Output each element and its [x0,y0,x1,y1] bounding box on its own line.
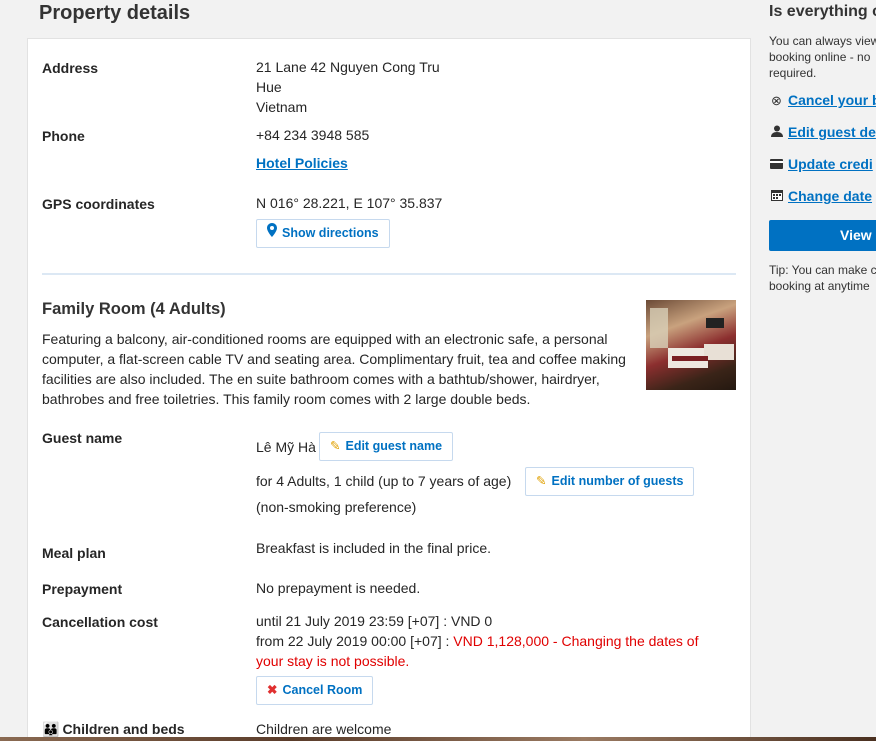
phone-label: Phone [42,128,85,144]
sidebar-text-1: You can always view [769,34,876,48]
sidebar-title: Is everything c [769,3,876,20]
close-icon: ✖ [267,683,278,697]
hotel-policies-link[interactable]: Hotel Policies [256,153,348,173]
cancellation-line-2-prefix: from 22 July 2019 00:00 [+07] : [256,633,454,649]
meal-plan-value: Breakfast is included in the final price… [256,540,492,556]
cancel-circle-icon: ⊗ [771,93,782,108]
credit-card-icon [769,157,784,172]
guest-name-value: Lê Mỹ Hà [256,439,316,455]
show-directions-label: Show directions [282,226,379,240]
cancellation-line-1: until 21 July 2019 23:59 [+07] : VND 0 [256,613,493,629]
edit-guest-details-link[interactable]: Edit guest de [788,124,876,140]
address-value: 21 Lane 42 Nguyen Cong Tru Hue Vietnam [256,57,440,117]
gps-value: N 016° 28.221, E 107° 35.837 [256,195,443,211]
cancellation-line-2: from 22 July 2019 00:00 [+07] : VND 1,12… [256,631,736,651]
section-divider [42,273,736,275]
page-title: Property details [39,2,191,24]
address-label: Address [42,60,99,76]
cancellation-fee-warning: VND 1,128,000 - Changing the dates of [453,633,699,649]
view-booking-button[interactable]: View [769,220,876,251]
smoking-preference: (non-smoking preference) [256,499,417,515]
meal-plan-label: Meal plan [42,545,106,561]
update-credit-card-link[interactable]: Update credi [788,156,873,172]
gps-label: GPS coordinates [42,196,155,212]
guest-name-label: Guest name [42,430,123,446]
edit-number-of-guests-label: Edit number of guests [551,474,684,488]
edit-guest-name-button[interactable]: ✎ Edit guest name [319,432,454,461]
address-line-1: 21 Lane 42 Nguyen Cong Tru [256,59,440,75]
sidebar-text-2: booking online - no [769,50,871,64]
bottom-image-strip [0,737,876,741]
sidebar-link-change-dates[interactable]: Change date [769,188,872,204]
map-pin-icon [267,220,277,247]
sidebar-link-cancel[interactable]: ⊗ Cancel your b [769,92,876,109]
cancellation-cost-label: Cancellation cost [42,614,158,630]
phone-value: +84 234 3948 585 [256,127,370,143]
children-beds-label-text: Children and beds [62,721,185,737]
room-description: Featuring a balcony, air-conditioned roo… [42,331,626,407]
cancel-room-label: Cancel Room [282,683,363,697]
sidebar-tip-1: Tip: You can make c [769,263,876,277]
room-photo[interactable] [646,300,736,390]
room-title: Family Room (4 Adults) [42,300,226,318]
family-icon: 👪 [42,721,60,737]
user-icon [769,125,784,140]
cancellation-cost-value: until 21 July 2019 23:59 [+07] : VND 0 f… [256,611,736,671]
cancel-booking-link[interactable]: Cancel your b [788,92,876,108]
children-value: Children are welcome [256,721,392,737]
edit-guest-name-label: Edit guest name [345,439,443,453]
property-details-card: Address 21 Lane 42 Nguyen Cong Tru Hue V… [27,38,751,741]
prepayment-label: Prepayment [42,581,123,597]
sidebar-link-edit-guest[interactable]: Edit guest de [769,124,876,140]
change-dates-link[interactable]: Change date [788,188,872,204]
cancellation-line-3: your stay is not possible. [256,653,410,669]
occupancy-value: for 4 Adults, 1 child (up to 7 years of … [256,473,512,489]
show-directions-button[interactable]: Show directions [256,219,390,248]
sidebar-link-credit-card[interactable]: Update credi [769,156,873,172]
sidebar-tip-2: booking at anytime [769,279,870,293]
sidebar-text-3: required. [769,66,817,80]
children-beds-label: 👪 Children and beds [42,721,185,738]
address-line-2: Hue [256,79,282,95]
address-line-3: Vietnam [256,99,308,115]
pencil-icon: ✎ [536,474,547,488]
cancel-room-button[interactable]: ✖ Cancel Room [256,676,374,705]
calendar-icon [769,189,784,204]
pencil-icon: ✎ [330,439,341,453]
prepayment-value: No prepayment is needed. [256,580,421,596]
edit-number-of-guests-button[interactable]: ✎ Edit number of guests [525,467,695,496]
